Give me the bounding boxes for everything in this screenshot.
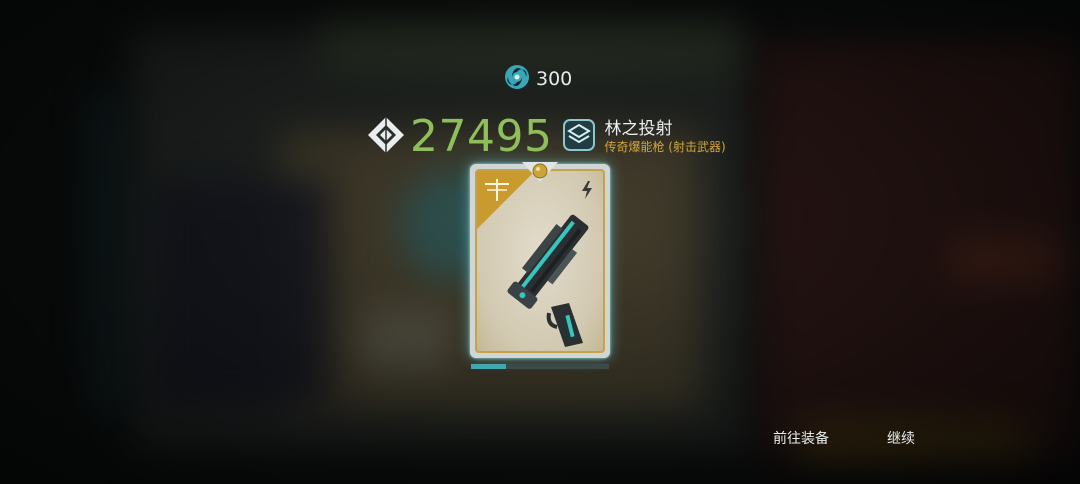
power-rating: 27495 — [410, 111, 553, 162]
item-header: 27495 林之投射 传奇爆能枪 (射击武器) — [366, 112, 726, 162]
currency-display: 300 — [504, 64, 572, 94]
upgrade-progress-bar — [471, 364, 609, 369]
diamond-power-icon — [366, 115, 406, 159]
lightning-icon — [582, 181, 592, 199]
weapon-type-icon — [562, 118, 596, 156]
item-rarity-type: 传奇爆能枪 (射击武器) — [604, 140, 726, 154]
progress-fill — [471, 364, 506, 369]
item-name: 林之投射 — [604, 119, 673, 139]
swirl-currency-icon — [504, 64, 530, 94]
continue-button[interactable]: 继续 — [887, 428, 915, 448]
currency-amount: 300 — [536, 68, 573, 90]
blaster-pistol-art — [507, 214, 589, 347]
go-equip-button[interactable]: 前往装备 — [773, 428, 829, 448]
item-card[interactable] — [470, 162, 610, 358]
gold-orb-icon — [522, 162, 558, 182]
